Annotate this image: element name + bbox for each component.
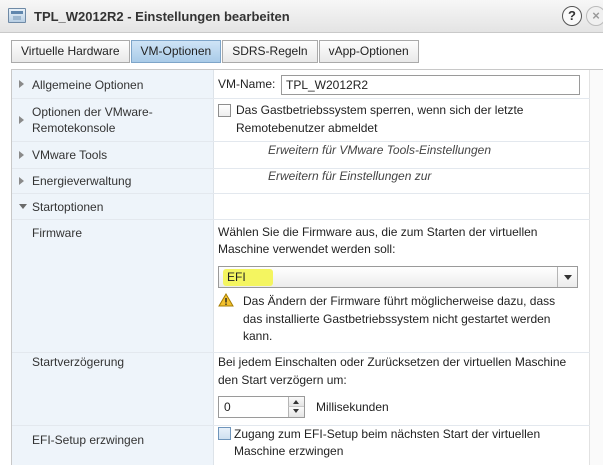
firmware-select[interactable]: EFI xyxy=(218,266,578,288)
tab-vapp-options[interactable]: vApp-Optionen xyxy=(318,40,419,63)
firmware-warning-2: das installierte Gastbetriebssystem nich… xyxy=(243,312,551,326)
decrement-icon[interactable] xyxy=(288,407,304,417)
tab-vm-options[interactable]: VM-Optionen xyxy=(130,40,222,63)
boot-delay-desc-1: Bei jedem Einschalten oder Zurücksetzen … xyxy=(218,355,567,369)
title-bar: TPL_W2012R2 - Einstellungen bearbeiten ?… xyxy=(0,0,603,33)
firmware-warning-3: kann. xyxy=(243,329,273,343)
settings-panel: Allgemeine Optionen VM-Name: Optionen de… xyxy=(11,69,603,465)
section-remote-console-label-2[interactable]: Remotekonsole xyxy=(32,120,115,136)
section-vmware-tools-label[interactable]: VMware Tools xyxy=(32,147,107,163)
tab-sdrs-rules[interactable]: SDRS-Regeln xyxy=(222,40,318,63)
help-button[interactable]: ? xyxy=(562,6,582,26)
section-power-label[interactable]: Energieverwaltung xyxy=(32,173,131,189)
expand-icon[interactable] xyxy=(19,116,24,124)
collapse-icon[interactable] xyxy=(19,204,27,209)
efi-setup-desc-2: Maschine erzwingen xyxy=(234,444,344,458)
vm-name-input[interactable] xyxy=(281,75,580,95)
efi-setup-desc-1: Zugang zum EFI-Setup beim nächsten Start… xyxy=(234,427,541,441)
firmware-label: Firmware xyxy=(32,226,82,240)
firmware-desc-2: Maschine verwendet werden soll: xyxy=(218,242,396,256)
lock-guest-checkbox[interactable] xyxy=(218,104,231,117)
lock-guest-text-2: Remotebenutzer abmeldet xyxy=(236,121,378,135)
vm-icon xyxy=(8,8,26,23)
vmware-tools-hint: Erweitern für VMware Tools-Einstellungen xyxy=(268,143,491,157)
boot-delay-stepper[interactable]: 0 xyxy=(218,396,305,418)
expand-icon[interactable] xyxy=(19,80,24,88)
expand-icon[interactable] xyxy=(19,177,24,185)
firmware-warning-1: Das Ändern der Firmware führt möglicherw… xyxy=(243,294,556,308)
tab-virtual-hardware[interactable]: Virtuelle Hardware xyxy=(11,40,130,63)
close-button[interactable]: × xyxy=(586,6,603,26)
window-title: TPL_W2012R2 - Einstellungen bearbeiten xyxy=(34,9,290,24)
power-hint: Erweitern für Einstellungen zur xyxy=(268,169,432,183)
tab-bar: Virtuelle Hardware VM-Optionen SDRS-Rege… xyxy=(11,40,420,64)
boot-delay-desc-2: den Start verzögern um: xyxy=(218,373,347,387)
scrollbar[interactable] xyxy=(589,70,603,465)
boot-delay-value[interactable]: 0 xyxy=(224,400,231,414)
firmware-desc-1: Wählen Sie die Firmware aus, die zum Sta… xyxy=(218,225,538,239)
vm-name-label: VM-Name: xyxy=(218,77,276,91)
increment-icon[interactable] xyxy=(288,397,304,407)
firmware-selected-value: EFI xyxy=(227,270,246,284)
lock-guest-text-1: Das Gastbetriebssystem sperren, wenn sic… xyxy=(236,103,524,117)
section-general-label[interactable]: Allgemeine Optionen xyxy=(32,77,143,93)
boot-delay-label: Startverzögerung xyxy=(32,355,125,369)
efi-setup-checkbox[interactable] xyxy=(218,427,231,440)
warning-icon xyxy=(218,293,234,307)
chevron-down-icon[interactable] xyxy=(557,267,577,287)
efi-setup-label: EFI-Setup erzwingen xyxy=(32,433,145,447)
boot-delay-unit: Millisekunden xyxy=(316,400,389,414)
section-boot-label[interactable]: Startoptionen xyxy=(32,199,103,215)
expand-icon[interactable] xyxy=(19,151,24,159)
section-remote-console-label-1[interactable]: Optionen der VMware- xyxy=(32,104,153,120)
